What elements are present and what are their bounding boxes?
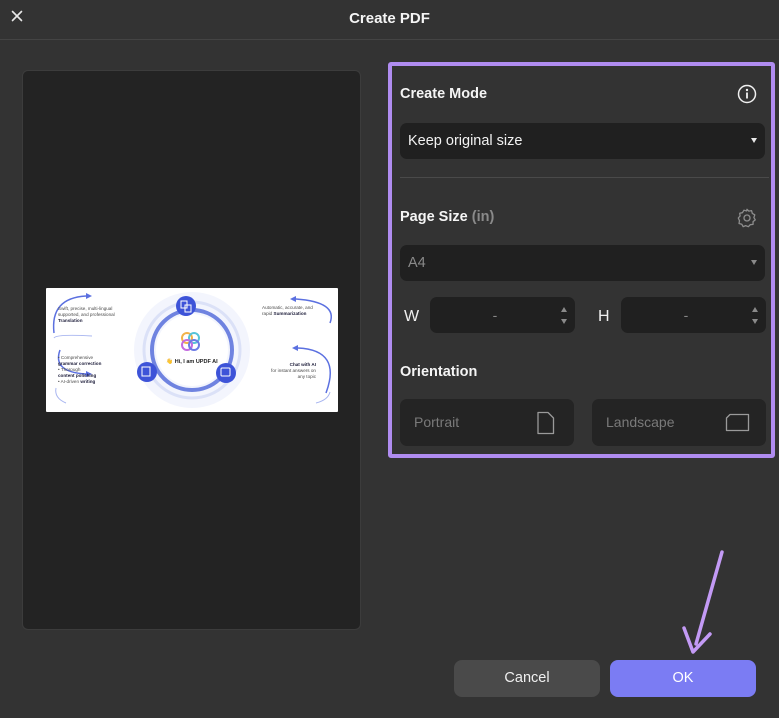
thumb-text-translation: Swift, precise, multi-lingual supported,… [58, 306, 115, 323]
decrement-icon[interactable] [752, 319, 758, 324]
landscape-page-icon [725, 413, 750, 437]
thumb-text-center: 👋 Hi, I am UPDF AI [166, 359, 218, 365]
chevron-down-icon [751, 260, 757, 265]
decrement-icon[interactable] [561, 319, 567, 324]
page-thumbnail: Swift, precise, multi-lingual supported,… [46, 288, 338, 412]
increment-icon[interactable] [752, 307, 758, 312]
gear-icon[interactable] [736, 207, 758, 229]
chevron-down-icon [751, 138, 757, 143]
portrait-option[interactable]: Portrait [400, 399, 574, 446]
landscape-option[interactable]: Landscape [592, 399, 766, 446]
thumb-text-writing: • Comprehensive grammar correction • Tho… [58, 355, 102, 384]
width-value: - [492, 307, 498, 323]
height-stepper[interactable]: - [621, 297, 766, 333]
page-size-select[interactable]: A4 [400, 245, 765, 281]
settings-panel: Create Mode Keep original size Page Size… [388, 62, 775, 458]
height-value: - [683, 307, 689, 323]
landscape-label: Landscape [606, 414, 675, 430]
thumb-text-summarization: Automatic, accurate, and rapid Summariza… [262, 305, 313, 316]
orientation-label: Orientation [400, 364, 478, 380]
portrait-label: Portrait [414, 414, 460, 430]
create-mode-value: Keep original size [408, 133, 523, 149]
annotation-arrow [680, 548, 740, 663]
page-size-value: A4 [408, 255, 426, 271]
thumb-text-chat: Chat with AI for instant answers on any … [271, 362, 316, 379]
info-icon[interactable] [737, 84, 757, 104]
page-size-label: Page Size (in) [400, 209, 495, 225]
ok-button[interactable]: OK [610, 660, 756, 697]
dialog-title: Create PDF [349, 10, 430, 27]
create-mode-label: Create Mode [400, 86, 488, 102]
width-stepper[interactable]: - [430, 297, 575, 333]
create-mode-select[interactable]: Keep original size [400, 123, 765, 159]
width-label: W [404, 308, 420, 325]
title-bar: Create PDF [0, 0, 779, 40]
divider [400, 177, 769, 178]
increment-icon[interactable] [561, 307, 567, 312]
preview-pane: Swift, precise, multi-lingual supported,… [22, 70, 361, 630]
height-label: H [598, 308, 610, 325]
portrait-page-icon [536, 411, 555, 440]
cancel-button[interactable]: Cancel [454, 660, 600, 697]
